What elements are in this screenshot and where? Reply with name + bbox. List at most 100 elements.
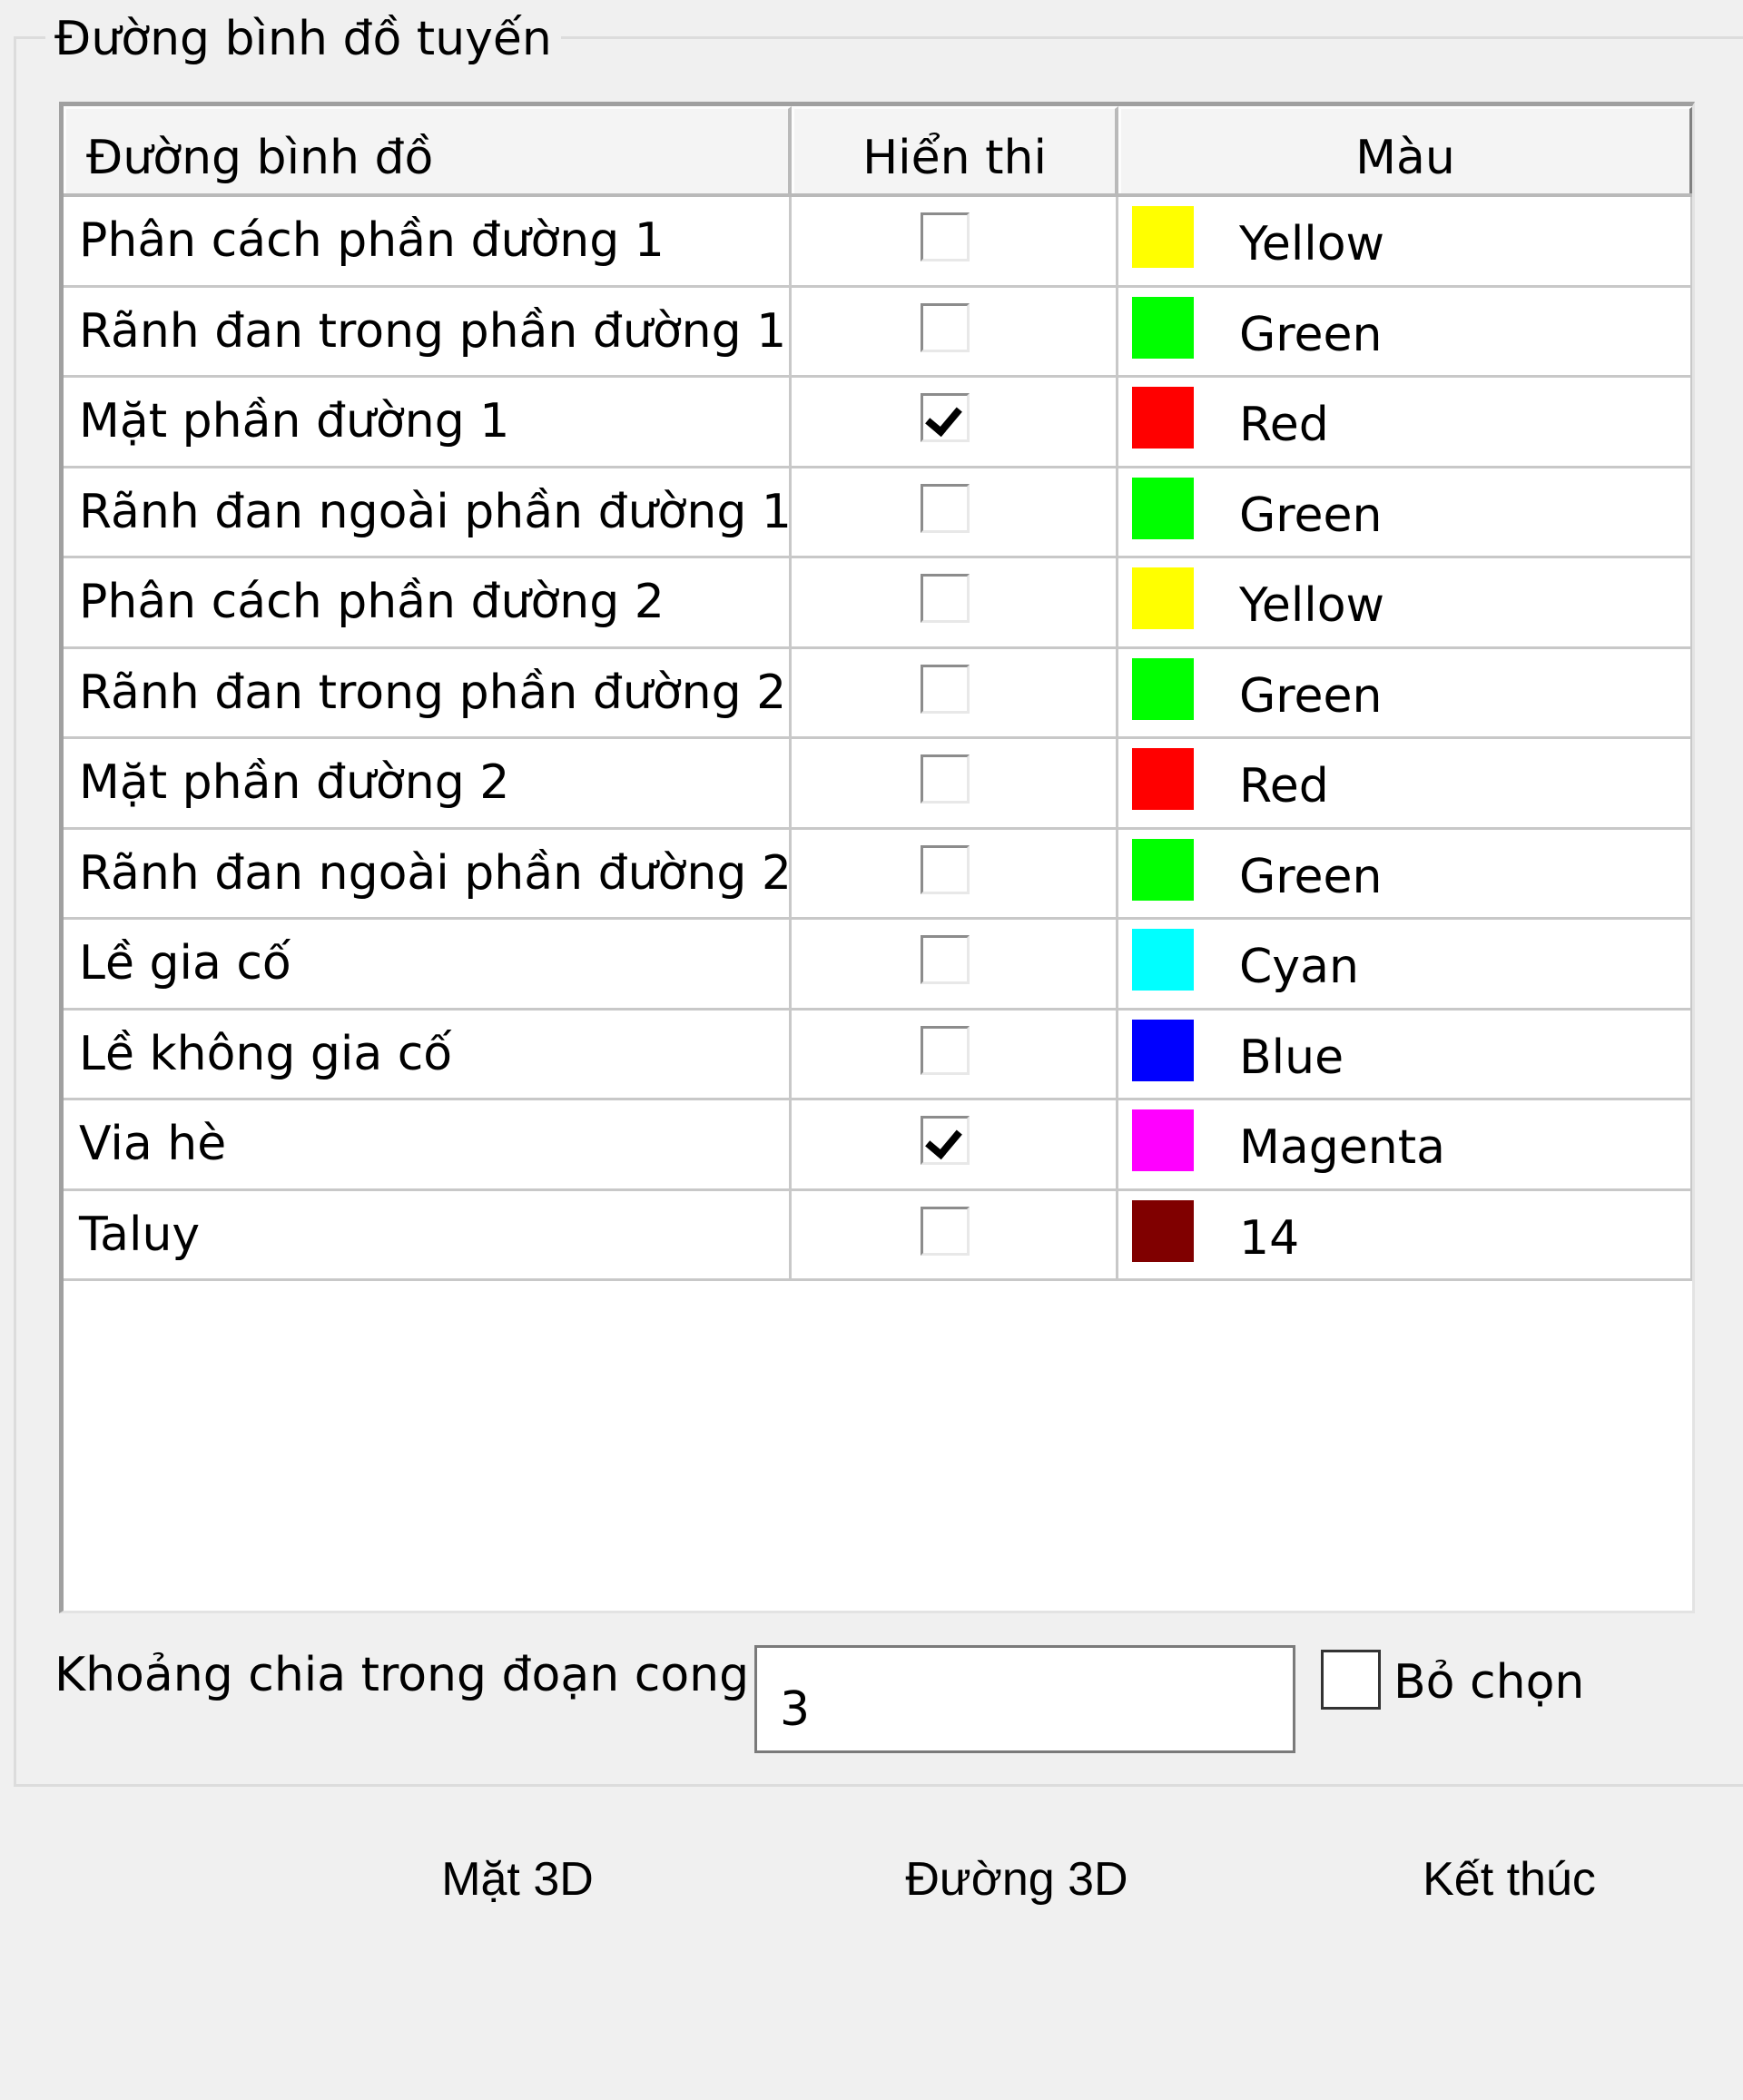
plan-lines-grid[interactable]: Đường bình đồ Hiển thi Màu Phân cách phầ… (59, 102, 1695, 1613)
line-name-cell[interactable]: Rãnh đan trong phần đường 2 (64, 648, 792, 736)
table-row[interactable]: Rãnh đan ngoài phần đường 2 Green (64, 829, 1692, 920)
color-cell[interactable]: Yellow (1118, 558, 1692, 646)
table-row[interactable]: Rãnh đan trong phần đường 1 Green (64, 287, 1692, 378)
color-name: Cyan (1239, 940, 1359, 995)
table-row[interactable]: Rãnh đan trong phần đường 2 Green (64, 648, 1692, 739)
line-name-cell[interactable]: Mặt phần đường 2 (64, 739, 792, 827)
color-cell[interactable]: Magenta (1118, 1100, 1692, 1188)
visible-cell (792, 197, 1118, 285)
color-swatch (1132, 748, 1194, 811)
color-name: Green (1239, 668, 1383, 724)
color-swatch (1132, 657, 1194, 720)
line-3d-button[interactable]: Đường 3D (894, 1843, 1139, 1916)
spacing-input[interactable] (754, 1645, 1295, 1753)
color-cell[interactable]: Green (1118, 287, 1692, 375)
visible-checkbox[interactable] (920, 393, 970, 443)
visible-checkbox[interactable] (920, 1206, 970, 1256)
visible-cell (792, 1010, 1118, 1098)
visible-checkbox[interactable] (920, 302, 970, 352)
visible-cell (792, 829, 1118, 917)
color-name: Magenta (1239, 1120, 1445, 1176)
grid-table: Đường bình đồ Hiển thi Màu Phân cách phầ… (64, 106, 1692, 1281)
visible-cell (792, 739, 1118, 827)
visible-checkbox[interactable] (920, 664, 970, 714)
table-row[interactable]: Rãnh đan ngoài phần đường 1 Green (64, 468, 1692, 558)
color-cell[interactable]: Green (1118, 468, 1692, 556)
color-swatch (1132, 1019, 1194, 1081)
group-title: Đường bình đồ tuyến (45, 7, 561, 71)
table-row[interactable]: Phân cách phần đường 1 Yellow (64, 197, 1692, 288)
visible-cell (792, 558, 1118, 646)
table-row[interactable]: Mặt phần đường 1 Red (64, 378, 1692, 468)
surface-3d-button[interactable]: Mặt 3D (427, 1843, 608, 1916)
visible-checkbox[interactable] (920, 754, 970, 804)
color-cell[interactable]: Red (1118, 739, 1692, 827)
line-name-cell[interactable]: Phân cách phần đường 1 (64, 197, 792, 285)
visible-checkbox[interactable] (920, 212, 970, 262)
color-name: Red (1239, 398, 1329, 453)
color-cell[interactable]: Green (1118, 648, 1692, 736)
column-header-visible[interactable]: Hiển thi (792, 106, 1118, 193)
color-name: Green (1239, 849, 1383, 904)
color-swatch (1132, 206, 1194, 269)
finish-button[interactable]: Kết thúc (1403, 1843, 1616, 1916)
table-row[interactable]: Lề gia cố Cyan (64, 920, 1692, 1011)
color-swatch (1132, 1109, 1194, 1172)
line-name-cell[interactable]: Rãnh đan ngoài phần đường 1 (64, 468, 792, 556)
color-cell[interactable]: Cyan (1118, 920, 1692, 1008)
color-name: Blue (1239, 1030, 1344, 1085)
color-name: Green (1239, 488, 1383, 543)
grid-body: Phân cách phần đường 1 Yellow Rãnh đan tro… (64, 197, 1692, 1281)
visible-checkbox[interactable] (920, 1025, 970, 1075)
line-name-cell[interactable]: Rãnh đan ngoài phần đường 2 (64, 829, 792, 917)
table-row[interactable]: Via hè Magenta (64, 1100, 1692, 1191)
color-swatch (1132, 929, 1194, 991)
visible-checkbox[interactable] (920, 483, 970, 533)
unselect-label[interactable]: Bỏ chọn (1393, 1651, 1584, 1714)
line-name-cell[interactable]: Rãnh đan trong phần đường 1 (64, 287, 792, 375)
color-swatch (1132, 387, 1194, 449)
grid-header: Đường bình đồ Hiển thi Màu (64, 106, 1692, 197)
line-name-cell[interactable]: Lề không gia cố (64, 1010, 792, 1098)
visible-cell (792, 1190, 1118, 1278)
color-name: Yellow (1239, 217, 1385, 272)
table-row[interactable]: Phân cách phần đường 2 Yellow (64, 558, 1692, 649)
color-cell[interactable]: Red (1118, 378, 1692, 466)
visible-cell (792, 378, 1118, 466)
color-cell[interactable]: Yellow (1118, 197, 1692, 285)
visible-checkbox[interactable] (920, 935, 970, 985)
line-name-cell[interactable]: Lề gia cố (64, 920, 792, 1008)
table-row[interactable]: Mặt phần đường 2 Red (64, 739, 1692, 830)
color-swatch (1132, 567, 1194, 630)
dialog: Đường bình đồ tuyến Đường bình đồ Hiển t… (0, 0, 1743, 2100)
color-name: Yellow (1239, 578, 1385, 634)
visible-cell (792, 287, 1118, 375)
unselect-checkbox[interactable] (1321, 1650, 1381, 1710)
visible-cell (792, 468, 1118, 556)
table-row[interactable]: Taluy 14 (64, 1190, 1692, 1281)
color-swatch (1132, 838, 1194, 901)
line-name-cell[interactable]: Taluy (64, 1190, 792, 1278)
spacing-label: Khoảng chia trong đoạn cong (54, 1648, 750, 1702)
color-swatch (1132, 477, 1194, 539)
column-header-line[interactable]: Đường bình đồ (64, 106, 792, 193)
color-cell[interactable]: Green (1118, 829, 1692, 917)
color-name: Green (1239, 307, 1383, 362)
visible-cell (792, 648, 1118, 736)
visible-cell (792, 1100, 1118, 1188)
visible-cell (792, 920, 1118, 1008)
color-cell[interactable]: Blue (1118, 1010, 1692, 1098)
table-row[interactable]: Lề không gia cố Blue (64, 1010, 1692, 1100)
line-name-cell[interactable]: Phân cách phần đường 2 (64, 558, 792, 646)
line-name-cell[interactable]: Mặt phần đường 1 (64, 378, 792, 466)
visible-checkbox[interactable] (920, 844, 970, 894)
color-name: Red (1239, 759, 1329, 814)
color-cell[interactable]: 14 (1118, 1190, 1692, 1278)
color-swatch (1132, 296, 1194, 359)
color-swatch (1132, 1199, 1194, 1262)
visible-checkbox[interactable] (920, 574, 970, 624)
column-header-color[interactable]: Màu (1118, 106, 1692, 193)
visible-checkbox[interactable] (920, 1116, 970, 1166)
line-name-cell[interactable]: Via hè (64, 1100, 792, 1188)
color-name: 14 (1239, 1210, 1300, 1266)
